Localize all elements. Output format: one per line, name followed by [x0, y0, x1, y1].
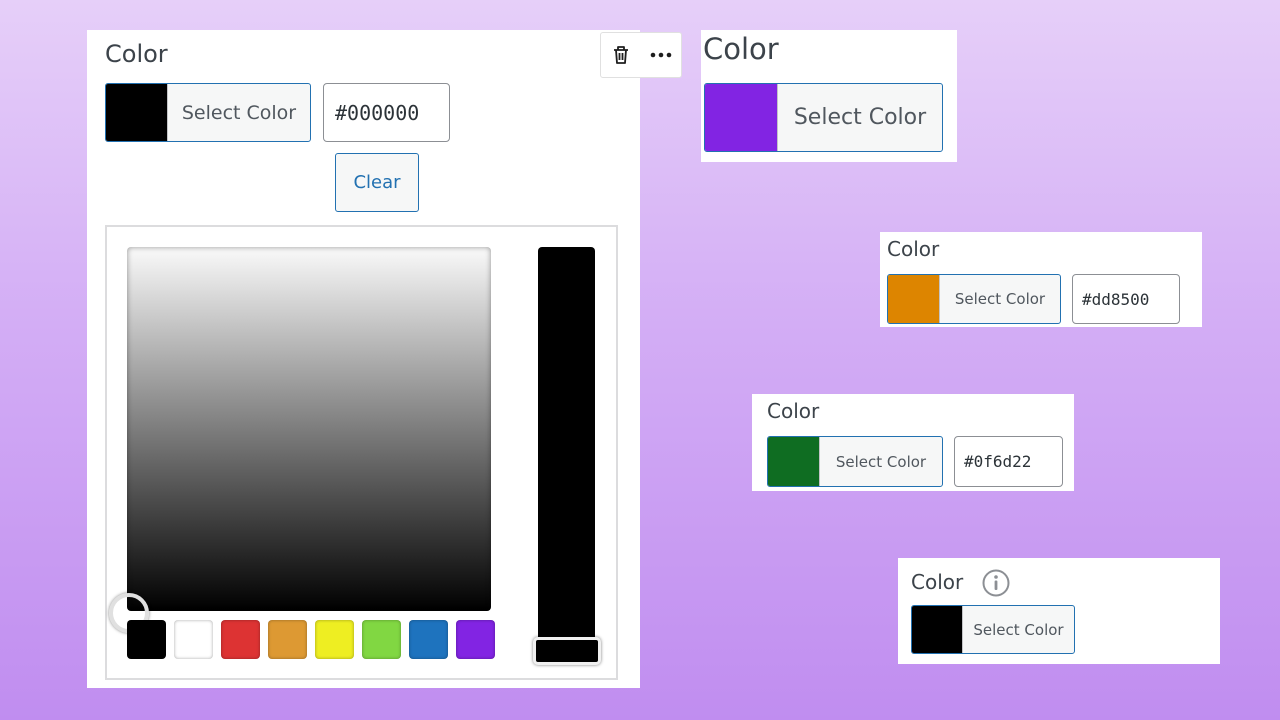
green-color-widget: Color Select Color [752, 394, 1074, 491]
palette-swatch-blue[interactable] [409, 620, 448, 659]
orange-hex-input[interactable] [1072, 274, 1180, 324]
palette-swatch-orange[interactable] [268, 620, 307, 659]
large-color-label: Color [703, 32, 779, 66]
main-current-swatch [106, 84, 167, 141]
green-hex-input[interactable] [954, 436, 1063, 487]
green-select-color-button[interactable]: Select Color [767, 436, 943, 487]
large-select-color-button[interactable]: Select Color [704, 83, 943, 152]
palette-row [127, 620, 495, 659]
info-select-color-button[interactable]: Select Color [911, 605, 1075, 654]
palette-swatch-green[interactable] [362, 620, 401, 659]
saturation-value-area[interactable] [127, 247, 491, 611]
trash-icon[interactable] [601, 33, 641, 77]
info-icon[interactable] [981, 568, 1011, 598]
green-select-color-label: Select Color [819, 437, 942, 486]
clear-button[interactable]: Clear [335, 153, 419, 212]
large-select-color-label: Select Color [777, 84, 942, 151]
info-color-widget: Color Select Color [898, 558, 1220, 664]
orange-color-label: Color [887, 237, 940, 261]
large-color-widget: Color Select Color [701, 30, 957, 162]
orange-select-color-button[interactable]: Select Color [887, 274, 1061, 324]
large-current-swatch [705, 84, 777, 151]
color-picker-panel [105, 225, 618, 680]
orange-select-color-label: Select Color [939, 275, 1060, 323]
block-toolbar [600, 32, 682, 78]
palette-swatch-white[interactable] [174, 620, 213, 659]
main-color-widget: Color Select Color Clear [87, 30, 640, 688]
palette-swatch-yellow[interactable] [315, 620, 354, 659]
orange-current-swatch [888, 275, 939, 323]
ellipsis-icon[interactable] [641, 33, 681, 77]
green-color-label: Color [767, 399, 820, 423]
info-current-swatch [912, 606, 962, 653]
main-select-color-label: Select Color [167, 84, 310, 141]
main-select-color-button[interactable]: Select Color [105, 83, 311, 142]
info-select-color-label: Select Color [962, 606, 1074, 653]
info-color-label: Color [911, 570, 964, 594]
palette-swatch-black[interactable] [127, 620, 166, 659]
hue-slider-handle[interactable] [533, 637, 601, 665]
hue-slider-strip[interactable] [538, 247, 595, 661]
main-hex-input[interactable] [323, 83, 450, 142]
palette-swatch-purple[interactable] [456, 620, 495, 659]
orange-color-widget: Color Select Color [880, 232, 1202, 327]
main-color-label: Color [105, 40, 168, 68]
palette-swatch-red[interactable] [221, 620, 260, 659]
green-current-swatch [768, 437, 819, 486]
